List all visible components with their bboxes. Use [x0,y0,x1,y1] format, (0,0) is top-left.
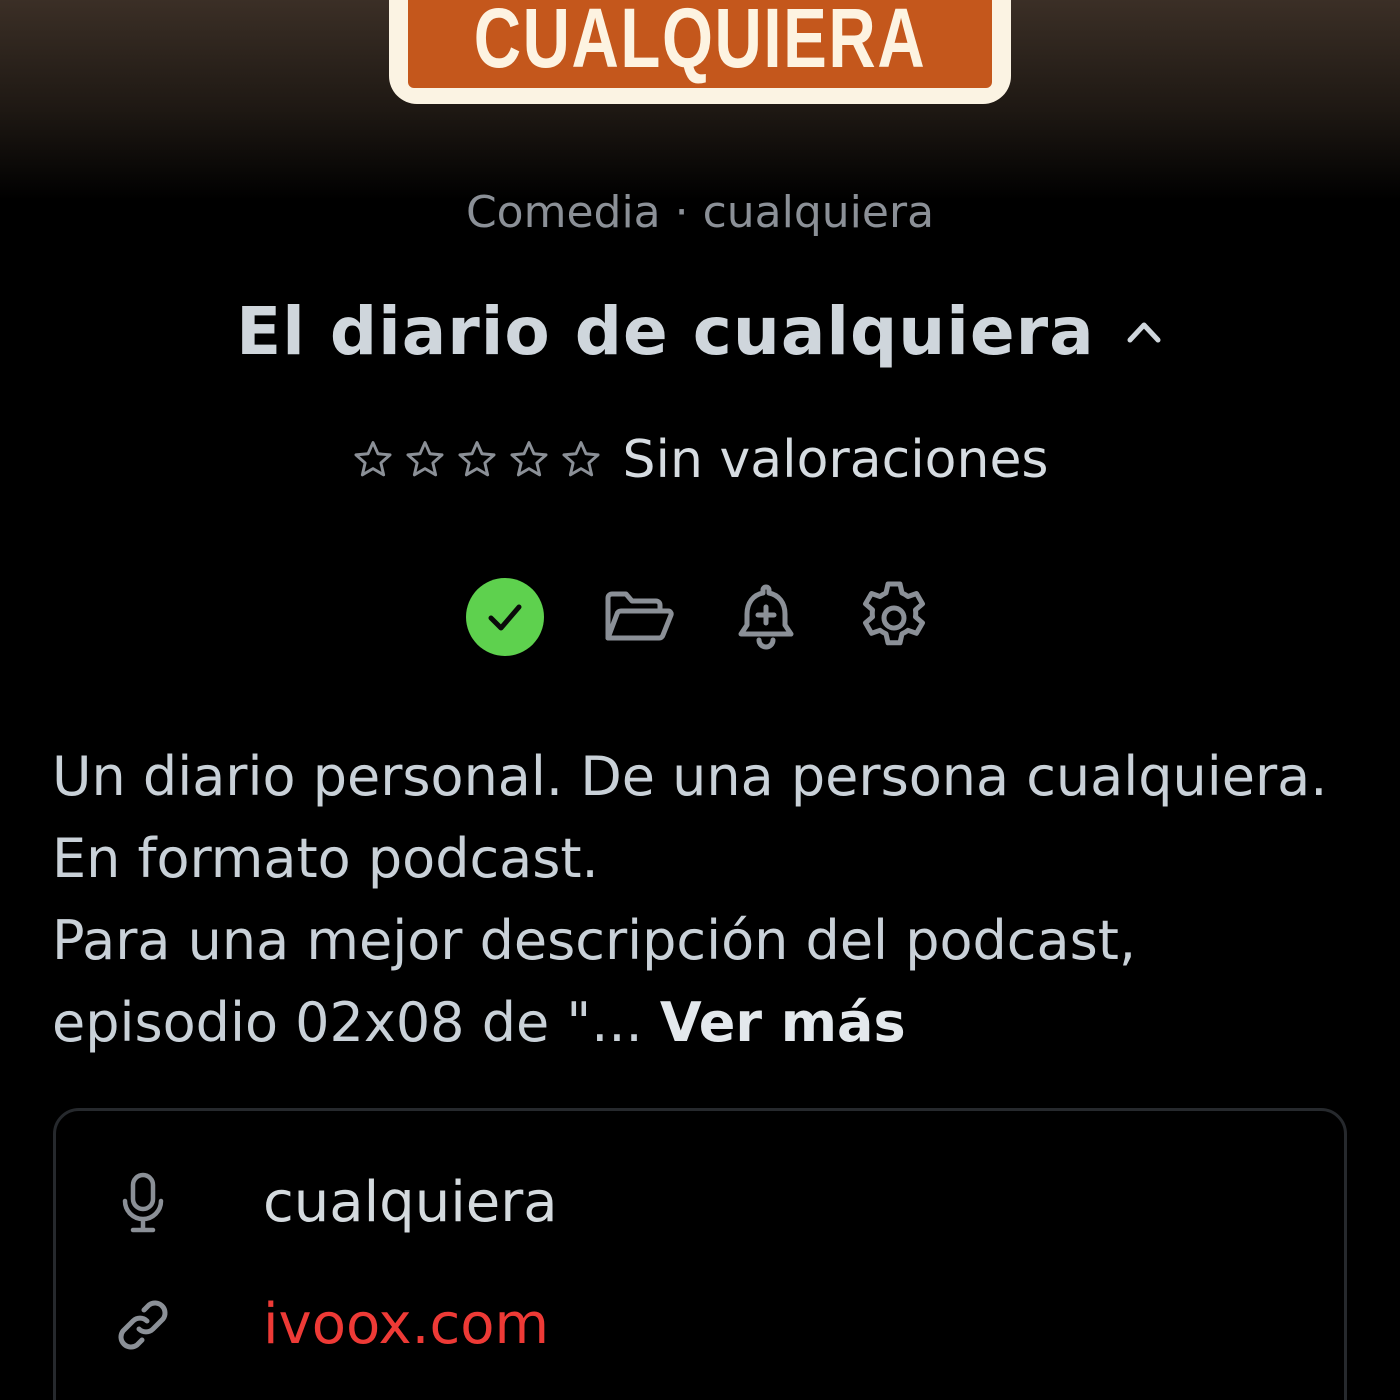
star-outline-icon [406,441,444,477]
description-line: episodio 02x08 de "... [52,991,643,1054]
cover-title: CUALQUIERA [473,0,927,85]
check-circle-icon [488,604,522,631]
action-bar [0,578,1400,658]
description-line: Un diario personal. De una persona cualq… [52,745,1328,808]
chevron-up-icon[interactable] [1124,312,1164,352]
settings-button[interactable] [854,578,934,658]
podcast-meta: Comedia · cualquiera [465,187,935,238]
bell-plus-icon [738,584,794,650]
podcast-description: Un diario personal. De una persona cualq… [52,736,1352,1064]
see-more-link[interactable]: Ver más [660,991,906,1054]
folder-open-icon [605,591,674,641]
link-icon [118,1300,168,1350]
title-row[interactable]: El diario de cualquiera [0,290,1400,374]
rating-row[interactable]: Sin valoraciones [0,428,1400,492]
notifications-button[interactable] [726,578,806,658]
description-line: Para una mejor descripción del podcast, [52,909,1137,972]
star-outline-icon [562,441,600,477]
star-outline-icon [510,441,548,477]
podcast-title: El diario de cualquiera [236,293,1095,370]
description-line: En formato podcast. [52,827,599,890]
rating-stars[interactable] [351,438,611,482]
cover-banner: CUALQUIERA [408,0,992,88]
rating-label: Sin valoraciones [622,430,1049,490]
podcast-cover-art[interactable]: CUALQUIERA [389,0,1011,104]
gear-icon [863,581,925,646]
author-name: cualquiera [263,1170,558,1235]
add-to-folder-button[interactable] [598,578,678,658]
microphone-icon [122,1172,164,1233]
description-line-last: episodio 02x08 de "... Ver más [52,982,1352,1064]
star-outline-icon [458,441,496,477]
subscribed-button[interactable] [466,578,544,656]
podcast-info-card: cualquiera ivoox.com [53,1108,1347,1400]
star-outline-icon [354,441,392,477]
website-link[interactable]: ivoox.com [263,1285,549,1365]
